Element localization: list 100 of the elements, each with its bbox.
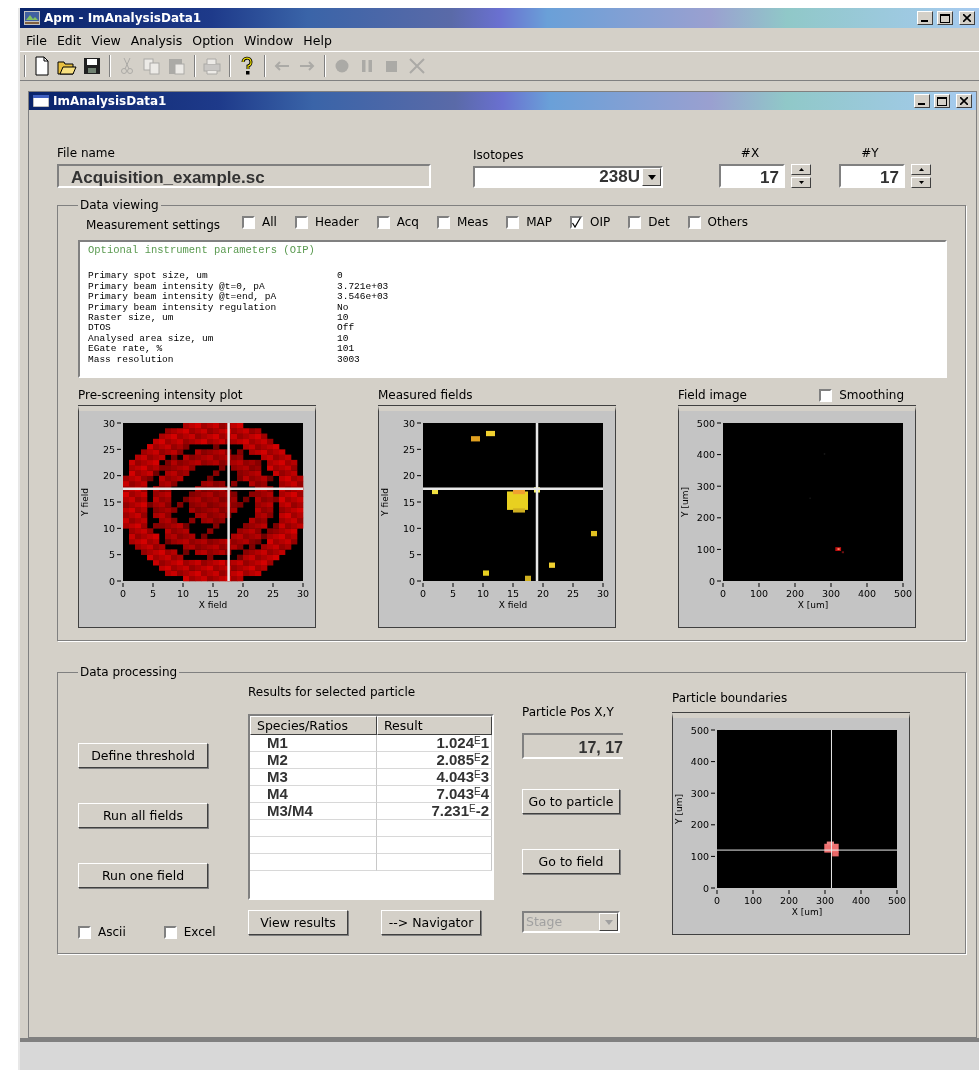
- maximize-icon: [937, 96, 947, 106]
- column-header[interactable]: Result: [377, 716, 492, 735]
- position-field: 17, 17: [522, 733, 623, 759]
- number-field[interactable]: 17: [719, 164, 785, 188]
- column-header[interactable]: Species/Ratios: [250, 716, 377, 735]
- file-name-field[interactable]: Acquisition_example.sc: [57, 164, 431, 188]
- table-cell: 7.231$^{E}$-2: [377, 803, 492, 820]
- plot-title: Field image: [678, 388, 747, 402]
- action-button[interactable]: Run all fields: [78, 803, 208, 828]
- menu-item[interactable]: Window: [240, 32, 300, 49]
- tick-label: 30: [296, 588, 310, 599]
- action-button[interactable]: Define threshold: [78, 743, 208, 768]
- document-title: ImAnalysisData1: [53, 94, 168, 108]
- window-title: Apm - ImAnalysisData1: [44, 11, 203, 25]
- menu-item[interactable]: File: [22, 32, 53, 49]
- checkbox[interactable]: [506, 215, 520, 229]
- parameter-name: EGate rate, %: [88, 344, 164, 355]
- checkbox[interactable]: [242, 215, 256, 229]
- toolbar-button[interactable]: [81, 55, 103, 77]
- field-label: #X: [740, 146, 760, 160]
- checkbox-label: Meas: [456, 215, 489, 229]
- navigation-button[interactable]: Go to particle: [522, 789, 620, 814]
- parameter-value: No: [337, 302, 349, 314]
- maximize-button[interactable]: [934, 94, 950, 108]
- parameters-heading: Optional instrument parameters (OIP): [88, 245, 316, 256]
- checkbox[interactable]: [436, 215, 450, 229]
- table-cell: M3/M4: [250, 803, 377, 820]
- tick-label: 25: [402, 443, 415, 455]
- spin-up-button[interactable]: [791, 164, 811, 175]
- parameter-value: Off: [337, 323, 355, 334]
- spin-down-button[interactable]: [791, 177, 811, 188]
- cross-icon: [407, 56, 427, 76]
- checkbox[interactable]: [687, 215, 701, 229]
- menu-item[interactable]: Edit: [52, 32, 88, 49]
- plot-title: Particle boundaries: [672, 691, 789, 705]
- field-label: File name: [57, 146, 116, 160]
- minimize-button[interactable]: [914, 94, 930, 108]
- tick-label: 10: [476, 588, 490, 599]
- settings-label: Measurement settings: [86, 218, 221, 232]
- tick-label: 100: [690, 850, 709, 862]
- menu-item[interactable]: Help: [299, 32, 338, 49]
- minimize-button[interactable]: [917, 11, 933, 25]
- checkbox[interactable]: [294, 215, 308, 229]
- spin-down-button[interactable]: [911, 177, 931, 188]
- menu-item[interactable]: View: [87, 32, 127, 49]
- table-cell: 4.043$^{E}$3: [377, 769, 492, 786]
- tick-label: 25: [102, 443, 115, 455]
- tick-label: 15: [206, 588, 220, 599]
- tick-label: 30: [102, 417, 115, 429]
- parameter-name: Primary beam intensity @t=0, pA: [88, 281, 266, 292]
- close-button[interactable]: [956, 94, 972, 108]
- tick-label: 30: [402, 417, 415, 429]
- table-button[interactable]: --> Navigator: [381, 910, 481, 935]
- checkbox-label: Acq: [396, 215, 419, 229]
- up-arrow-icon: [798, 168, 804, 171]
- table-button[interactable]: View results: [248, 910, 348, 935]
- tick-label: 300: [696, 480, 715, 492]
- up-arrow-icon: [918, 168, 924, 171]
- table-cell: 2.085$^{E}$2: [377, 752, 492, 769]
- close-button[interactable]: [959, 11, 975, 25]
- clipboard-icon: [167, 56, 187, 76]
- table-cell: M2: [250, 752, 377, 769]
- tick-label: 0: [420, 588, 426, 599]
- tick-label: 20: [102, 470, 115, 482]
- spin-up-button[interactable]: [911, 164, 931, 175]
- parameter-name: Analysed area size, um: [88, 333, 215, 345]
- checkbox[interactable]: [163, 925, 177, 939]
- checkbox[interactable]: [78, 925, 91, 939]
- parameter-value: 3003: [337, 354, 360, 366]
- checkbox-label: MAP: [526, 215, 553, 229]
- number-field[interactable]: 17: [839, 164, 905, 188]
- tick-label: 0: [708, 575, 715, 587]
- navigation-button[interactable]: Go to field: [522, 849, 620, 874]
- tick-label: 200: [779, 895, 799, 906]
- parameters-text-area[interactable]: [78, 240, 947, 378]
- checkbox[interactable]: [628, 215, 642, 229]
- group-title: Data viewing: [79, 198, 160, 212]
- field-label: Particle Pos X,Y: [522, 705, 615, 719]
- parameter-name: Raster size, um: [88, 313, 175, 324]
- tick-label: 20: [236, 588, 250, 599]
- field-label: #Y: [861, 146, 879, 160]
- table-cell: M4: [250, 786, 377, 803]
- action-button[interactable]: Run one field: [78, 863, 208, 888]
- tick-label: 0: [714, 895, 720, 906]
- checkbox[interactable]: [819, 388, 833, 402]
- menu-item[interactable]: Option: [188, 32, 241, 49]
- checkbox[interactable]: [376, 215, 390, 229]
- tick-label: 500: [887, 895, 907, 906]
- tick-label: 5: [108, 549, 115, 561]
- new-document-icon: [32, 56, 52, 76]
- check-icon: [572, 216, 582, 228]
- isotopes-dropdown[interactable]: 238U: [473, 166, 663, 188]
- axis-label: X field: [498, 600, 528, 610]
- checkbox-label: Smoothing: [839, 388, 904, 402]
- dropdown-arrow-icon: [604, 919, 613, 925]
- menu-item[interactable]: Analysis: [126, 32, 189, 49]
- checkbox[interactable]: [570, 215, 584, 229]
- axis-label: X [um]: [791, 907, 823, 917]
- tick-label: 300: [690, 787, 709, 799]
- maximize-button[interactable]: [937, 11, 953, 25]
